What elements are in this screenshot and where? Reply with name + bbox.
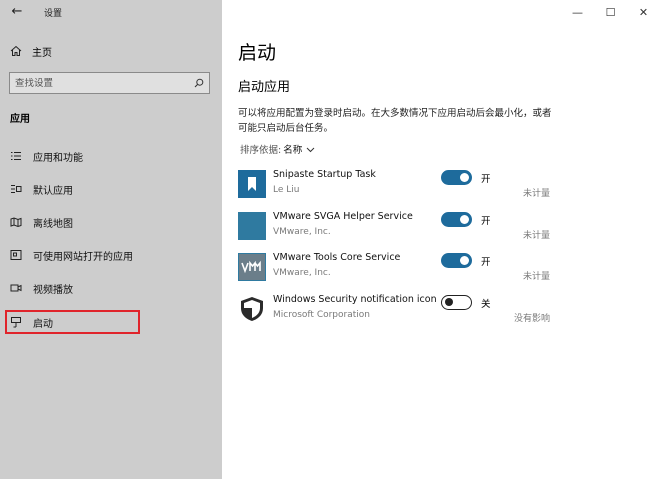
main-content: — ☐ ✕ 启动 启动应用 可以将应用配置为登录时启动。在大多数情况下应用启动后… xyxy=(222,0,660,479)
back-icon: ← xyxy=(11,4,23,19)
sidebar-item-label: 应用和功能 xyxy=(33,152,83,164)
map-icon xyxy=(10,216,22,228)
startup-app-row: VMware SVGA Helper Service VMware, Inc. … xyxy=(238,210,556,244)
maximize-icon: ☐ xyxy=(605,5,616,19)
web-app-icon xyxy=(10,249,22,261)
video-icon xyxy=(10,282,22,294)
app-toggle[interactable] xyxy=(441,170,472,185)
list-icon xyxy=(10,150,22,162)
home-icon xyxy=(10,45,22,56)
window-title: 设置 xyxy=(44,9,63,19)
sort-value: 名称 xyxy=(283,145,303,156)
chevron-down-icon xyxy=(306,147,315,152)
startup-app-row: VMware Tools Core Service VMware, Inc. 开… xyxy=(238,251,556,285)
app-publisher: VMware, Inc. xyxy=(273,227,331,237)
sidebar-item-apps-features[interactable]: 应用和功能 xyxy=(10,145,83,167)
sidebar-item-label: 视频播放 xyxy=(33,284,73,296)
section-subtitle: 启动应用 xyxy=(238,80,291,95)
startup-impact: 未计量 xyxy=(522,189,550,199)
app-publisher: Le Liu xyxy=(273,185,300,195)
search-input[interactable] xyxy=(15,77,194,89)
app-name: VMware Tools Core Service xyxy=(273,252,401,263)
toggle-state-label: 开 xyxy=(481,174,491,185)
selection-highlight xyxy=(5,310,140,334)
description-text: 可以将应用配置为登录时启动。在大多数情况下应用启动后会最小化，或者可能只启动后台… xyxy=(238,108,552,134)
toggle-state-label: 开 xyxy=(481,216,491,227)
sidebar-item-default-apps[interactable]: 默认应用 xyxy=(10,178,73,200)
startup-impact: 未计量 xyxy=(522,231,550,241)
sidebar-item-video-playback[interactable]: 视频播放 xyxy=(10,277,73,299)
startup-app-row: Windows Security notification icon Micro… xyxy=(238,293,556,327)
back-button[interactable]: ← xyxy=(7,2,27,22)
app-publisher: Microsoft Corporation xyxy=(273,310,370,320)
search-box[interactable] xyxy=(9,72,210,94)
search-icon[interactable] xyxy=(194,78,204,88)
home-label: 主页 xyxy=(32,47,52,59)
startup-impact: 未计量 xyxy=(522,272,550,282)
vmware-svga-app-icon xyxy=(238,212,266,240)
page-title: 启动 xyxy=(238,42,277,64)
startup-app-row: Snipaste Startup Task Le Liu 开 未计量 xyxy=(238,168,556,202)
startup-impact: 没有影响 xyxy=(513,314,550,324)
app-toggle[interactable] xyxy=(441,212,472,227)
sidebar-item-apps-for-websites[interactable]: 可使用网站打开的应用 xyxy=(10,244,133,266)
sidebar-item-label: 离线地图 xyxy=(33,218,73,230)
app-name: VMware SVGA Helper Service xyxy=(273,211,413,222)
close-icon: ✕ xyxy=(638,5,649,19)
sort-dropdown[interactable]: 排序依据: 名称 xyxy=(240,142,315,156)
window-controls: — ☐ ✕ xyxy=(561,0,660,24)
section-heading: 应用 xyxy=(10,114,30,125)
sort-label: 排序依据: xyxy=(240,145,282,156)
app-publisher: VMware, Inc. xyxy=(273,268,331,278)
default-apps-icon xyxy=(10,183,22,195)
sidebar-item-label: 可使用网站打开的应用 xyxy=(33,251,133,263)
minimize-icon: — xyxy=(572,5,583,19)
windows-security-app-icon xyxy=(238,295,266,323)
toggle-state-label: 关 xyxy=(481,299,491,310)
app-name: Windows Security notification icon xyxy=(273,294,437,305)
close-button[interactable]: ✕ xyxy=(627,0,660,24)
app-toggle[interactable] xyxy=(441,253,472,268)
maximize-button[interactable]: ☐ xyxy=(594,0,627,24)
app-toggle[interactable] xyxy=(441,295,472,310)
sidebar-item-offline-maps[interactable]: 离线地图 xyxy=(10,211,73,233)
snipaste-app-icon xyxy=(238,170,266,198)
app-name: Snipaste Startup Task xyxy=(273,169,376,180)
sidebar-item-label: 默认应用 xyxy=(33,185,73,197)
toggle-state-label: 开 xyxy=(481,257,491,268)
sidebar: ← 设置 主页 应用 应用和功能 默认应用 离线地图 可使用网站打开的应用 视频… xyxy=(0,0,222,479)
minimize-button[interactable]: — xyxy=(561,0,594,24)
vmware-tools-app-icon xyxy=(238,253,266,281)
home-nav-item[interactable]: 主页 xyxy=(10,42,52,60)
